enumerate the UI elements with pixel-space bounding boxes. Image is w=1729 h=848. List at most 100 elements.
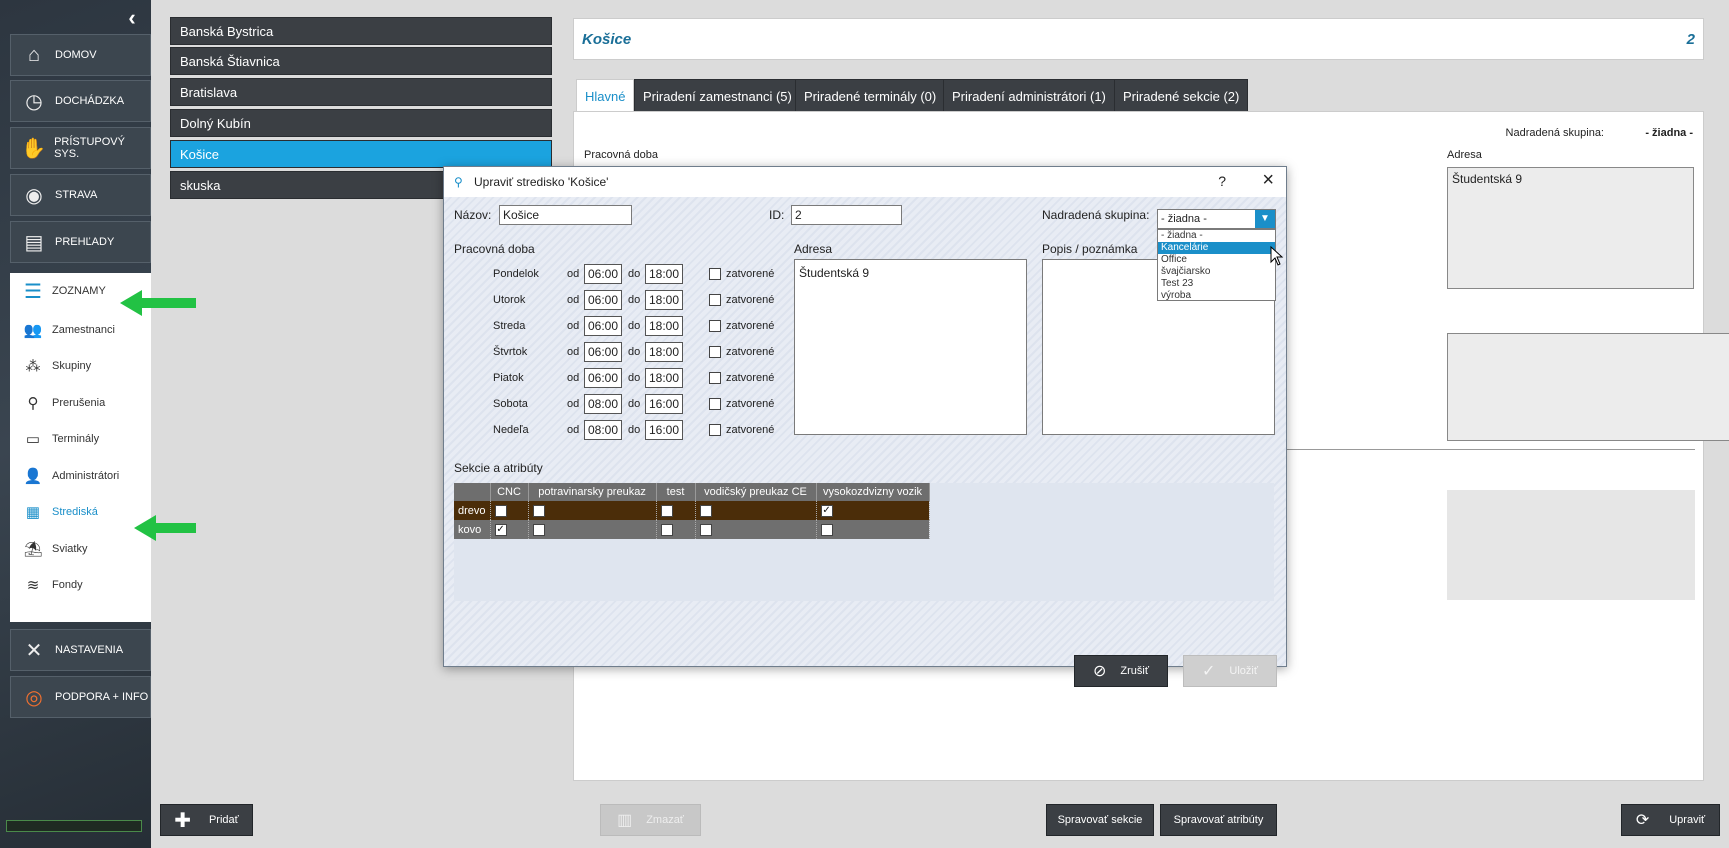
time-from-input[interactable]: 08:00	[584, 420, 622, 440]
sidebar-item-prerusenia[interactable]: ⚲ Prerušenia	[10, 385, 151, 421]
from-label: od	[567, 346, 580, 358]
plus-icon: ✚	[174, 809, 191, 832]
id-input[interactable]: 2	[791, 205, 902, 225]
time-to-input[interactable]: 16:00	[645, 394, 683, 414]
dropdown-option[interactable]: výroba	[1158, 290, 1275, 302]
add-label: Pridať	[208, 814, 239, 826]
tab-administratori[interactable]: Priradení administrátori (1)	[943, 79, 1115, 112]
list-item-selected[interactable]: Košice	[170, 140, 552, 168]
chevron-down-icon[interactable]: ▼	[1255, 210, 1275, 228]
sidebar-item-strediska[interactable]: ▦ Strediská	[10, 494, 151, 530]
attribute-checkbox[interactable]	[532, 523, 545, 536]
sidebar-item-fondy[interactable]: ≋ Fondy	[10, 567, 151, 603]
time-to-input[interactable]: 18:00	[645, 342, 683, 362]
column-header: vodičský preukaz CE	[695, 483, 817, 501]
list-item[interactable]: Banská Bystrica	[170, 17, 552, 45]
save-button[interactable]: ✓ Uložiť	[1183, 655, 1277, 687]
list-item[interactable]: Banská Štiavnica	[170, 47, 552, 75]
list-item[interactable]: Dolný Kubín	[170, 109, 552, 137]
time-from-input[interactable]: 06:00	[584, 290, 622, 310]
attribute-checkbox[interactable]	[699, 504, 712, 517]
parent-group-select[interactable]: - žiadna - ▼	[1157, 209, 1276, 229]
time-to-input[interactable]: 18:00	[645, 290, 683, 310]
dropdown-option[interactable]: švajčiarsko	[1158, 266, 1275, 278]
to-label: do	[628, 320, 641, 332]
nav-pristupovy[interactable]: ✋ PRÍSTUPOVÝ SYS.	[10, 127, 151, 169]
closed-checkbox[interactable]	[709, 424, 721, 436]
attribute-checkbox-checked[interactable]: ✓	[494, 523, 507, 536]
row-header: kovo	[454, 520, 491, 539]
time-from-input[interactable]: 06:00	[584, 368, 622, 388]
sidebar-item-administratori[interactable]: 👤 Administrátori	[10, 458, 151, 494]
closed-checkbox[interactable]	[709, 398, 721, 410]
list-item[interactable]: Bratislava	[170, 78, 552, 106]
dropdown-option-highlighted[interactable]: Kancelárie	[1158, 242, 1275, 254]
sidebar-item-terminaly[interactable]: ▭ Terminály	[10, 421, 151, 457]
tab-zamestnanci[interactable]: Priradení zamestnanci (5)	[634, 79, 801, 112]
attribute-checkbox[interactable]	[660, 523, 673, 536]
nav-strava[interactable]: ◉ STRAVA	[10, 174, 151, 216]
attribute-checkbox[interactable]	[820, 523, 833, 536]
address-textarea[interactable]: Študentská 9	[794, 259, 1027, 435]
add-button[interactable]: ✚ Pridať	[160, 804, 253, 836]
table-header-row: CNC potravinarsky preukaz test vodičský …	[454, 483, 930, 501]
closed-checkbox[interactable]	[709, 346, 721, 358]
column-header: test	[656, 483, 696, 501]
work-label: Pracovná doba	[584, 149, 658, 161]
attribute-checkbox[interactable]	[532, 504, 545, 517]
nav-podpora[interactable]: ◎ PODPORA + INFO	[10, 676, 151, 718]
from-label: od	[567, 372, 580, 384]
closed-checkbox[interactable]	[709, 294, 721, 306]
attribute-checkbox-checked[interactable]: ✓	[820, 504, 833, 517]
tab-terminaly[interactable]: Priradené terminály (0)	[795, 79, 946, 112]
closed-label: zatvorené	[726, 372, 775, 384]
nav-dochadzka[interactable]: ◷ DOCHÁDZKA	[10, 80, 151, 122]
closed-checkbox[interactable]	[709, 372, 721, 384]
time-to-input[interactable]: 18:00	[645, 316, 683, 336]
sidebar-item-label: Zamestnanci	[52, 324, 115, 336]
dropdown-option[interactable]: Office	[1158, 254, 1275, 266]
save-label: Uložiť	[1229, 665, 1258, 677]
id-label: ID:	[769, 208, 785, 222]
nav-nastavenia[interactable]: ✕ NASTAVENIA	[10, 629, 151, 671]
chevron-left-icon[interactable]: ‹	[120, 6, 144, 30]
closed-checkbox[interactable]	[709, 268, 721, 280]
attribute-checkbox[interactable]	[494, 504, 507, 517]
time-to-input[interactable]: 18:00	[645, 264, 683, 284]
sidebar-item-skupiny[interactable]: ⁂ Skupiny	[10, 348, 151, 384]
name-input[interactable]: Košice	[499, 205, 632, 225]
dropdown-option[interactable]: Test 23	[1158, 278, 1275, 290]
nav-label: DOCHÁDZKA	[55, 95, 125, 107]
address-box: Študentská 9	[1447, 167, 1694, 289]
closed-checkbox[interactable]	[709, 320, 721, 332]
book-icon: ▤	[24, 231, 44, 254]
delete-button[interactable]: ▥ Zmazať	[600, 804, 701, 836]
tab-hlavne[interactable]: Hlavné	[576, 79, 635, 112]
time-from-input[interactable]: 06:00	[584, 342, 622, 362]
manage-sections-button[interactable]: Spravovať sekcie	[1046, 804, 1154, 836]
nav-domov[interactable]: ⌂ DOMOV	[10, 34, 151, 76]
tab-sekcie[interactable]: Priradené sekcie (2)	[1114, 79, 1249, 112]
time-from-input[interactable]: 06:00	[584, 316, 622, 336]
day-label: Piatok	[493, 372, 524, 384]
help-button[interactable]: ?	[1218, 173, 1226, 189]
edit-button[interactable]: ⟳ Upraviť	[1621, 804, 1720, 836]
table-cell: ✓	[490, 520, 529, 539]
attribute-checkbox[interactable]	[660, 504, 673, 517]
closed-label: zatvorené	[726, 398, 775, 410]
table-cell	[528, 501, 657, 520]
dropdown-option[interactable]: - žiadna -	[1158, 230, 1275, 242]
sidebar-item-label: Strediská	[52, 506, 98, 518]
time-to-input[interactable]: 16:00	[645, 420, 683, 440]
attribute-checkbox[interactable]	[699, 523, 712, 536]
from-label: od	[567, 320, 580, 332]
manage-attributes-button[interactable]: Spravovať atribúty	[1160, 804, 1277, 836]
nav-prehlady[interactable]: ▤ PREHĽADY	[10, 221, 151, 263]
table-row: kovo ✓	[454, 520, 930, 539]
cancel-button[interactable]: ⊘ Zrušiť	[1074, 655, 1168, 687]
close-icon[interactable]: ×	[1262, 169, 1274, 192]
time-to-input[interactable]: 18:00	[645, 368, 683, 388]
sidebar-item-sviatky[interactable]: ⛱ Sviatky	[10, 531, 151, 567]
time-from-input[interactable]: 06:00	[584, 264, 622, 284]
time-from-input[interactable]: 08:00	[584, 394, 622, 414]
